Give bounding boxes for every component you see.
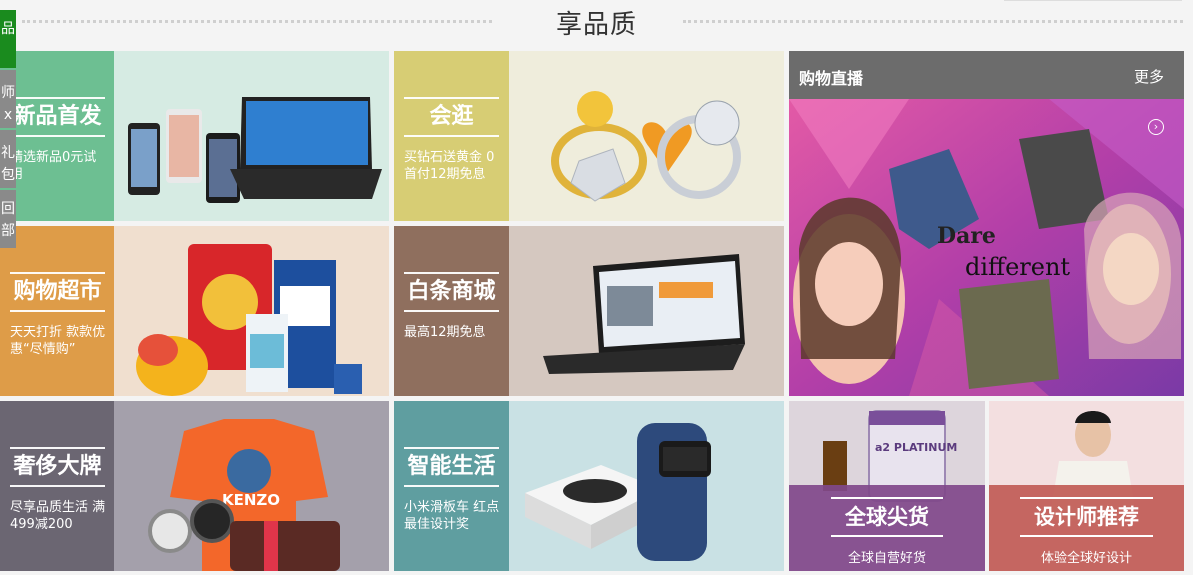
tile-title: 智能生活	[404, 447, 499, 487]
live-title: 购物直播	[799, 69, 864, 88]
tile-panel: 奢侈大牌 尽享品质生活 满499减200	[0, 401, 114, 571]
image-text-platinum: a2 PLATINUM	[875, 441, 957, 454]
image-text-different: different	[965, 253, 1070, 281]
tile-title: 会逛	[404, 97, 499, 137]
tile-panel: 购物超市 天天打折 款款优惠“尽情购”	[0, 226, 114, 396]
live-header: 购物直播 更多	[789, 51, 1184, 99]
tile-panel: 白条商城 最高12期免息	[394, 226, 509, 396]
smart-devices-image	[509, 401, 784, 571]
tile-panel: 智能生活 小米滑板车 红点最佳设计奖	[394, 401, 509, 571]
side-nav-item-4[interactable]: 回 部	[0, 190, 16, 248]
section-title: 享品质	[555, 10, 637, 40]
side-nav-item-1[interactable]: 品	[0, 10, 16, 68]
phones-laptop-image	[114, 51, 389, 221]
tile-caption: 全球尖货 全球自营好货	[789, 485, 985, 571]
tile-subtitle: 全球自营好货	[847, 551, 926, 566]
tile-caption: 设计师推荐 体验全球好设计	[989, 485, 1184, 571]
tile-subtitle: 最高12期免息	[404, 325, 486, 340]
page: 享品质 品 师 x 礼 包 回 部 新品首发 精选新品0元试用 会逛 买钻石送黄…	[0, 0, 1193, 575]
tile-smart-life[interactable]: 智能生活 小米滑板车 红点最佳设计奖	[394, 401, 784, 571]
tile-title: 白条商城	[404, 272, 499, 312]
jewelry-image	[509, 51, 784, 221]
tile-luxury-brands[interactable]: 奢侈大牌 尽享品质生活 满499减200 KENZO	[0, 401, 389, 571]
image-text-kenzo: KENZO	[222, 491, 280, 509]
floating-side-nav: 品 师 x 礼 包 回 部	[0, 10, 16, 248]
laptop-image	[509, 226, 784, 396]
tile-designer-picks[interactable]: 设计师推荐 体验全球好设计	[989, 401, 1184, 571]
tile-supermarket[interactable]: 购物超市 天天打折 款款优惠“尽情购”	[0, 226, 389, 396]
tile-new-products[interactable]: 新品首发 精选新品0元试用	[0, 51, 389, 221]
top-divider	[1004, 0, 1182, 1]
tile-title: 设计师推荐	[1020, 497, 1153, 537]
tile-subtitle: 小米滑板车 红点最佳设计奖	[404, 500, 500, 532]
tile-panel: 会逛 买钻石送黄金 0首付12期免息	[394, 51, 509, 221]
tile-subtitle: 尽享品质生活 满499减200	[10, 500, 106, 532]
tile-baitiao-mall[interactable]: 白条商城 最高12期免息	[394, 226, 784, 396]
tile-title: 全球尖货	[831, 497, 943, 537]
more-link[interactable]: 更多	[1134, 66, 1164, 87]
tile-subtitle: 精选新品0元试用	[10, 150, 97, 182]
groceries-image	[114, 226, 389, 396]
image-text-dare: Dare	[937, 223, 996, 249]
tile-subtitle: 体验全球好设计	[1040, 551, 1132, 566]
live-stream-image: Dare different	[789, 99, 1184, 396]
tile-panel: 新品首发 精选新品0元试用	[0, 51, 114, 221]
tile-subtitle: 天天打折 款款优惠“尽情购”	[10, 325, 106, 357]
tile-title: 奢侈大牌	[10, 447, 105, 487]
tile-huiguang[interactable]: 会逛 买钻石送黄金 0首付12期免息	[394, 51, 784, 221]
section-header: 享品质	[0, 0, 1193, 46]
tile-title: 新品首发	[10, 97, 105, 137]
chevron-right-icon[interactable]: ›	[1148, 119, 1164, 135]
live-shopping-panel[interactable]: 购物直播 更多 Dare different ›	[789, 51, 1184, 396]
side-nav-item-3[interactable]: 礼 包	[0, 130, 16, 188]
luxury-goods-image: KENZO	[114, 401, 389, 571]
tile-title: 购物超市	[10, 272, 105, 312]
side-nav-item-2[interactable]: 师 x	[0, 70, 16, 128]
tile-subtitle: 买钻石送黄金 0首付12期免息	[404, 150, 495, 182]
tile-global-goods[interactable]: a2 PLATINUM 全球尖货 全球自营好货	[789, 401, 985, 571]
